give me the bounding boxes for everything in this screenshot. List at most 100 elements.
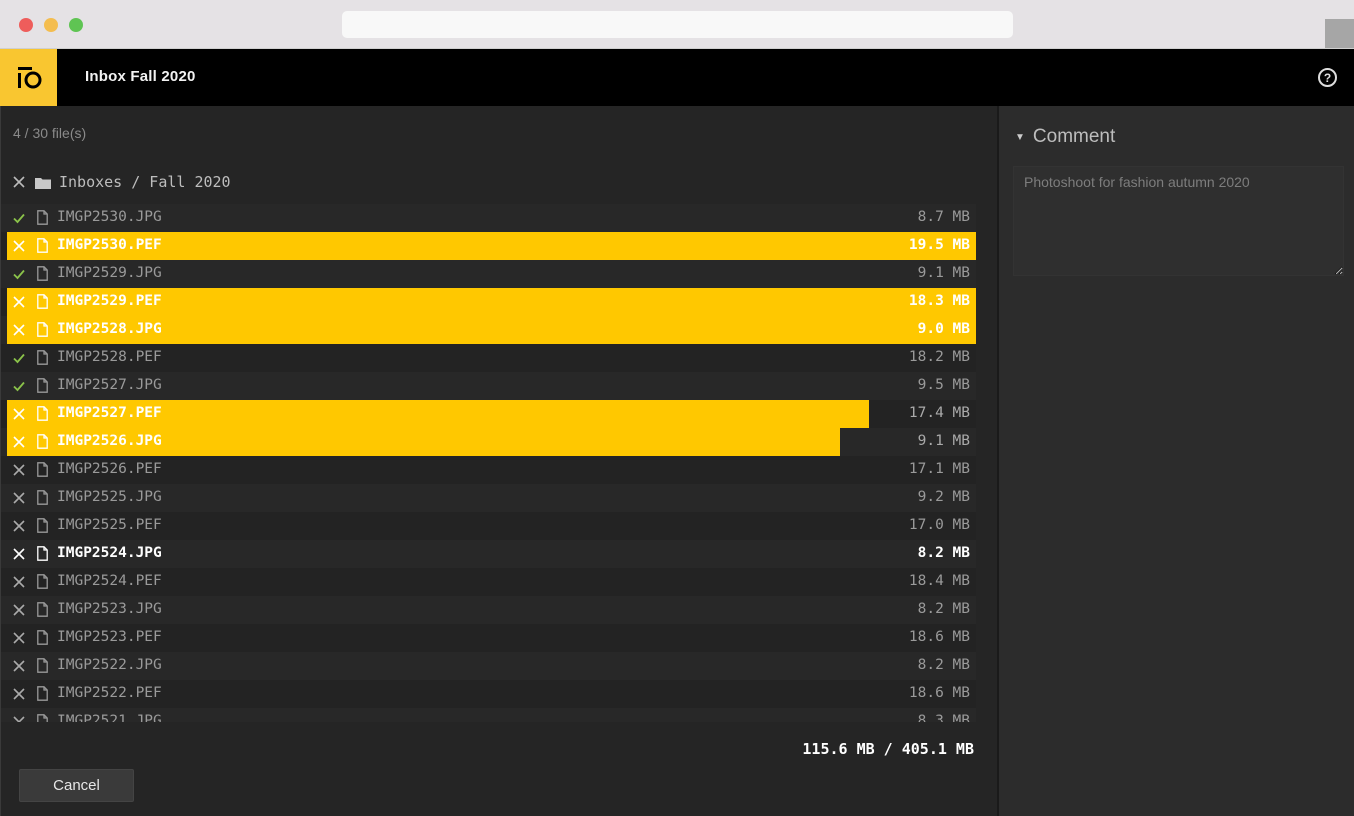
file-name: IMGP2522.PEF: [57, 685, 162, 701]
file-icon: [37, 602, 48, 622]
file-name: IMGP2524.PEF: [57, 573, 162, 589]
file-size: 8.2 MB: [917, 657, 970, 673]
file-list[interactable]: IMGP2530.JPG 8.7 MB IMGP2530.PEF 19.5 MB IMG…: [1, 204, 998, 722]
file-row[interactable]: IMGP2529.JPG 9.1 MB: [1, 260, 976, 288]
comment-panel: ▼ Comment: [997, 106, 1354, 816]
remove-file-icon[interactable]: [12, 519, 26, 533]
check-icon[interactable]: [12, 351, 26, 365]
remove-file-icon[interactable]: [12, 547, 26, 561]
file-icon: [37, 714, 48, 722]
file-size: 8.2 MB: [917, 545, 970, 561]
check-icon[interactable]: [12, 211, 26, 225]
file-row[interactable]: IMGP2526.PEF 17.1 MB: [1, 456, 976, 484]
remove-file-icon[interactable]: [12, 687, 26, 701]
file-icon: [37, 350, 48, 370]
file-size: 17.1 MB: [908, 461, 970, 477]
remove-file-icon[interactable]: [12, 575, 26, 589]
file-name: IMGP2525.JPG: [57, 489, 162, 505]
file-icon: [37, 658, 48, 678]
remove-file-icon[interactable]: [12, 435, 26, 449]
file-size: 17.0 MB: [908, 517, 970, 533]
remove-file-icon[interactable]: [12, 631, 26, 645]
file-row[interactable]: IMGP2522.JPG 8.2 MB: [1, 652, 976, 680]
folder-path: Inboxes / Fall 2020: [59, 173, 231, 191]
remove-file-icon[interactable]: [12, 407, 26, 421]
file-row[interactable]: IMGP2528.JPG 9.0 MB: [1, 316, 976, 344]
file-row[interactable]: IMGP2525.PEF 17.0 MB: [1, 512, 976, 540]
file-row[interactable]: IMGP2525.JPG 9.2 MB: [1, 484, 976, 512]
file-row[interactable]: IMGP2524.JPG 8.2 MB: [1, 540, 976, 568]
app-header: Inbox Fall 2020 ?: [0, 49, 1354, 106]
check-icon[interactable]: [12, 379, 26, 393]
comment-textarea[interactable]: [1013, 166, 1344, 276]
file-size: 18.4 MB: [908, 573, 970, 589]
file-icon: [37, 322, 48, 342]
app-logo-icon[interactable]: [0, 49, 57, 106]
file-row[interactable]: IMGP2522.PEF 18.6 MB: [1, 680, 976, 708]
close-window-button[interactable]: [19, 18, 33, 32]
remove-folder-icon[interactable]: [12, 175, 26, 194]
file-icon: [37, 630, 48, 650]
file-size: 17.4 MB: [908, 405, 970, 421]
cancel-button[interactable]: Cancel: [19, 769, 134, 802]
comment-title: Comment: [1032, 126, 1116, 147]
remove-file-icon[interactable]: [12, 659, 26, 673]
file-icon: [37, 266, 48, 286]
file-name: IMGP2526.JPG: [57, 433, 162, 449]
file-icon: [37, 434, 48, 454]
file-name: IMGP2529.JPG: [57, 265, 162, 281]
file-size: 9.1 MB: [917, 433, 970, 449]
remove-file-icon[interactable]: [12, 463, 26, 477]
file-name: IMGP2524.JPG: [57, 545, 162, 561]
remove-file-icon[interactable]: [12, 239, 26, 253]
remove-file-icon[interactable]: [12, 715, 26, 722]
file-size: 18.3 MB: [908, 293, 970, 309]
window-titlebar: [0, 0, 1354, 49]
file-size: 19.5 MB: [908, 237, 970, 253]
file-row[interactable]: IMGP2530.JPG 8.7 MB: [1, 204, 976, 232]
window-corner: [1325, 19, 1354, 48]
file-size: 9.0 MB: [917, 321, 970, 337]
file-name: IMGP2525.PEF: [57, 517, 162, 533]
file-row[interactable]: IMGP2528.PEF 18.2 MB: [1, 344, 976, 372]
file-name: IMGP2523.JPG: [57, 601, 162, 617]
help-icon[interactable]: ?: [1318, 68, 1337, 87]
file-row[interactable]: IMGP2521.JPG 8.3 MB: [1, 708, 976, 722]
file-name: IMGP2526.PEF: [57, 461, 162, 477]
file-size: 18.6 MB: [908, 629, 970, 645]
file-count: 4 / 30 file(s): [13, 125, 87, 141]
minimize-window-button[interactable]: [44, 18, 58, 32]
file-size: 18.6 MB: [908, 685, 970, 701]
file-name: IMGP2528.JPG: [57, 321, 162, 337]
remove-file-icon[interactable]: [12, 323, 26, 337]
file-size: 18.2 MB: [908, 349, 970, 365]
remove-file-icon[interactable]: [12, 491, 26, 505]
file-row[interactable]: IMGP2524.PEF 18.4 MB: [1, 568, 976, 596]
file-icon: [37, 406, 48, 426]
file-name: IMGP2530.JPG: [57, 209, 162, 225]
file-row[interactable]: IMGP2527.PEF 17.4 MB: [1, 400, 976, 428]
address-bar[interactable]: [342, 11, 1013, 38]
zoom-window-button[interactable]: [69, 18, 83, 32]
file-row[interactable]: IMGP2530.PEF 19.5 MB: [1, 232, 976, 260]
file-row[interactable]: IMGP2529.PEF 18.3 MB: [1, 288, 976, 316]
folder-row: Inboxes / Fall 2020: [1, 168, 976, 196]
check-icon[interactable]: [12, 267, 26, 281]
file-size: 8.2 MB: [917, 601, 970, 617]
file-row[interactable]: IMGP2523.JPG 8.2 MB: [1, 596, 976, 624]
file-name: IMGP2527.PEF: [57, 405, 162, 421]
collapse-triangle-icon[interactable]: ▼: [1015, 132, 1025, 143]
file-row[interactable]: IMGP2526.JPG 9.1 MB: [1, 428, 976, 456]
file-icon: [37, 546, 48, 566]
file-name: IMGP2521.JPG: [57, 713, 162, 722]
file-row[interactable]: IMGP2523.PEF 18.6 MB: [1, 624, 976, 652]
file-size: 9.5 MB: [917, 377, 970, 393]
comment-header[interactable]: ▼ Comment: [1015, 126, 1115, 148]
remove-file-icon[interactable]: [12, 295, 26, 309]
file-icon: [37, 518, 48, 538]
remove-file-icon[interactable]: [12, 603, 26, 617]
file-name: IMGP2529.PEF: [57, 293, 162, 309]
file-row[interactable]: IMGP2527.JPG 9.5 MB: [1, 372, 976, 400]
file-name: IMGP2527.JPG: [57, 377, 162, 393]
file-size: 9.1 MB: [917, 265, 970, 281]
